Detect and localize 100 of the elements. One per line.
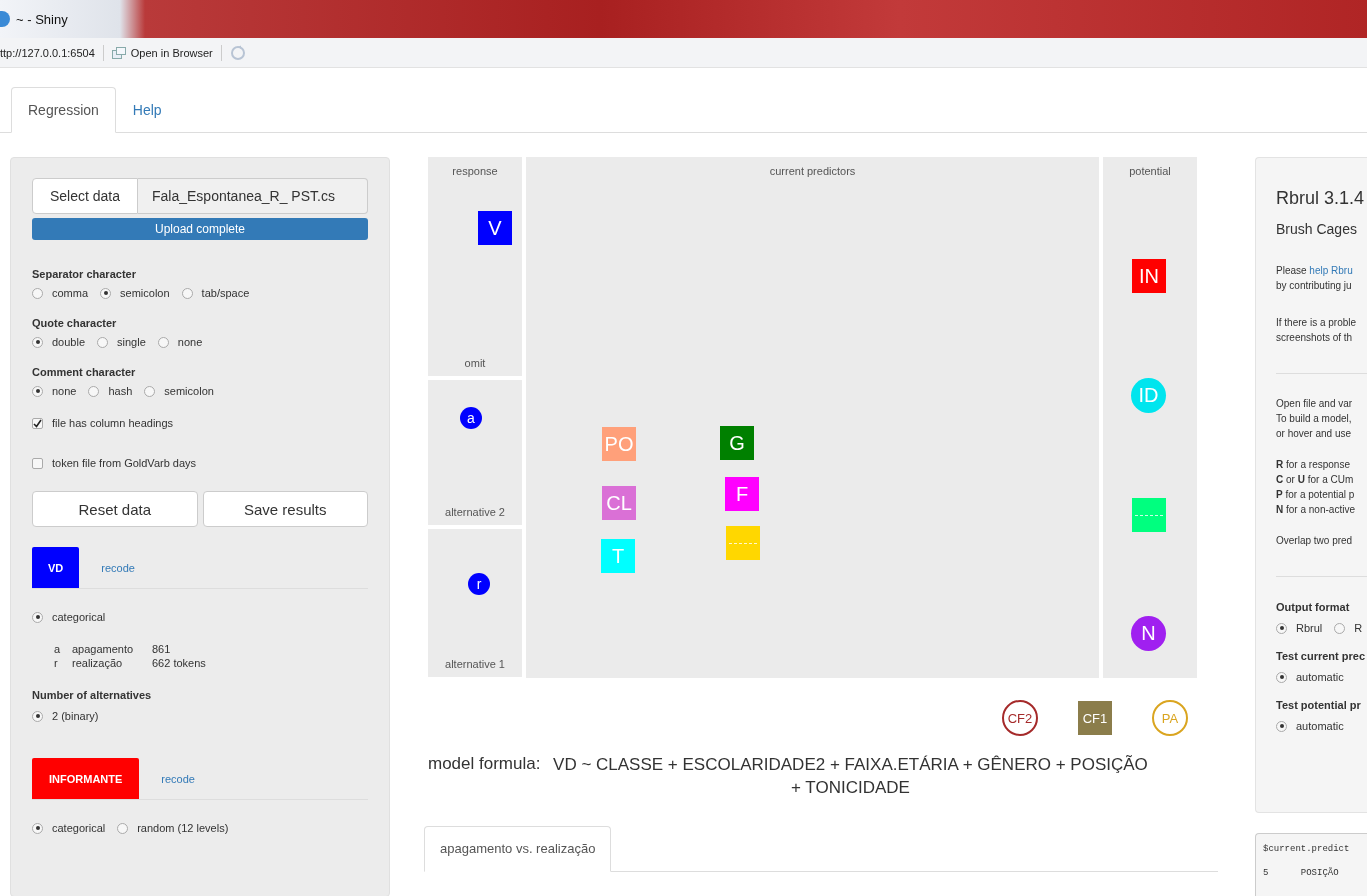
radio-option[interactable]: comma xyxy=(32,287,89,299)
radio-option[interactable]: categorical xyxy=(32,611,106,623)
level-code: a xyxy=(54,643,62,655)
nav-tab[interactable]: Regression xyxy=(11,87,116,133)
help-text: Please help Rbru xyxy=(1276,264,1354,278)
radio-option[interactable]: categorical xyxy=(32,822,106,834)
zone-label: potential xyxy=(1129,165,1171,177)
radio-option[interactable]: automatic xyxy=(1276,671,1344,683)
model-formula: VD ~ CLASSE + ESCOLARIDADE2 + FAIXA.ETÁRIA + GÊNERO + POSIÇÃO + TONICIDADE xyxy=(552,754,1149,799)
radio-option[interactable]: single xyxy=(97,336,146,348)
group-label: Separator character xyxy=(32,268,137,280)
variable-tab[interactable]: INFORMANTE xyxy=(32,758,140,799)
radio-option[interactable]: 2 (binary) xyxy=(32,710,99,722)
info-text: If there is a proble xyxy=(1276,316,1358,330)
radio-button[interactable] xyxy=(32,611,43,623)
group-label: Test current prec xyxy=(1276,650,1367,662)
group-label: Output format xyxy=(1276,601,1351,613)
radio-button[interactable] xyxy=(88,385,100,397)
radio-option[interactable]: Rbrul xyxy=(1276,622,1323,634)
select-data-button[interactable]: Select data xyxy=(32,178,138,214)
radio-button[interactable] xyxy=(32,385,43,397)
progress-label: Upload complete xyxy=(153,222,247,236)
variable-tab[interactable]: VD xyxy=(32,547,80,588)
info-text: P for a potential p xyxy=(1276,488,1356,502)
open-in-browser-button[interactable]: Open in Browser xyxy=(111,46,213,59)
output-line: 5 POSIÇÃO xyxy=(1263,868,1340,878)
group-label: Test potential pr xyxy=(1276,699,1362,711)
radio-button[interactable] xyxy=(1276,622,1287,634)
file-name-field: Fala_Espontanea_R_ PST.cs xyxy=(138,178,368,214)
zone-label: alternative 1 xyxy=(445,658,505,670)
window-icon xyxy=(111,46,126,59)
radio-button[interactable] xyxy=(117,822,129,834)
radio-option[interactable]: automatic xyxy=(1276,720,1344,732)
app-icon xyxy=(0,11,10,27)
radio-button[interactable] xyxy=(144,385,156,397)
radio-button[interactable] xyxy=(181,287,193,299)
info-text: by contributing ju xyxy=(1276,279,1353,293)
info-text: or hover and use xyxy=(1276,427,1353,441)
address-text: ttp://127.0.0.1:6504 xyxy=(0,46,95,59)
variable-node[interactable]: CF1 xyxy=(1078,701,1112,735)
info-text: C or U for a CUm xyxy=(1276,473,1355,487)
variable-node[interactable]: CF2 xyxy=(1002,700,1038,736)
result-tab[interactable]: apagamento vs. realização xyxy=(424,825,612,872)
output-line: $current.predict xyxy=(1263,844,1351,854)
formula-label: model formula: xyxy=(428,754,541,775)
variable-node[interactable]: IN xyxy=(1132,259,1166,293)
variable-node[interactable]: G xyxy=(720,426,754,460)
radio-option[interactable]: double xyxy=(32,336,86,348)
info-text: Open file and var xyxy=(1276,397,1354,411)
variable-node[interactable] xyxy=(726,526,760,560)
radio-button[interactable] xyxy=(1276,720,1287,732)
refresh-icon[interactable] xyxy=(229,44,246,61)
info-text: R for a response xyxy=(1276,458,1351,472)
window-title: ~ - Shiny xyxy=(16,11,68,27)
checkbox-option[interactable]: token file from GoldVarb days xyxy=(32,457,368,469)
info-text: Overlap two pred xyxy=(1276,534,1354,548)
variable-node[interactable]: V xyxy=(478,211,512,245)
group-label: Comment character xyxy=(32,366,137,378)
group-label: Number of alternatives xyxy=(32,689,153,701)
nav-tab[interactable]: Help xyxy=(115,87,179,133)
zone-label: response xyxy=(452,165,498,177)
checkbox[interactable] xyxy=(32,417,43,429)
radio-option[interactable]: R xyxy=(1334,622,1363,634)
level-count: 662 tokens xyxy=(152,657,207,669)
zone-label: omit xyxy=(464,357,486,369)
save-button[interactable]: Save results xyxy=(202,491,368,527)
radio-button[interactable] xyxy=(1334,622,1346,634)
radio-option[interactable]: semicolon xyxy=(100,287,170,299)
checkbox[interactable] xyxy=(32,457,43,469)
radio-option[interactable]: semicolon xyxy=(144,385,214,397)
recode-link[interactable]: recode xyxy=(101,561,135,574)
radio-option[interactable]: tab/space xyxy=(181,287,250,299)
app-title: Rbrul 3.1.4 xyxy=(1276,188,1366,209)
reset-button[interactable]: Reset data xyxy=(32,491,198,527)
level-count: 861 xyxy=(152,643,172,655)
help-link[interactable]: help Rbru xyxy=(1309,265,1353,276)
radio-option[interactable]: hash xyxy=(88,385,133,397)
group-label: Quote character xyxy=(32,317,118,329)
level-label: realização xyxy=(72,657,124,669)
radio-button[interactable] xyxy=(157,336,169,348)
app-subtitle: Brush Cages xyxy=(1276,221,1358,237)
radio-option[interactable]: none xyxy=(157,336,203,348)
radio-button[interactable] xyxy=(100,287,112,299)
level-code: r xyxy=(54,657,59,669)
zone-label: current predictors xyxy=(769,165,856,177)
radio-option[interactable]: random (12 levels) xyxy=(117,822,229,834)
radio-button[interactable] xyxy=(97,336,109,348)
info-text: To build a model, xyxy=(1276,412,1353,426)
radio-button[interactable] xyxy=(32,287,43,299)
radio-button[interactable] xyxy=(1276,671,1287,683)
info-text: screenshots of th xyxy=(1276,331,1354,345)
info-text: N for a non-active xyxy=(1276,503,1356,517)
radio-button[interactable] xyxy=(32,336,43,348)
radio-option[interactable]: none xyxy=(32,385,77,397)
radio-button[interactable] xyxy=(32,822,43,834)
variable-node[interactable] xyxy=(1132,498,1166,532)
zone-label: alternative 2 xyxy=(445,506,505,518)
checkbox-option[interactable]: file has column headings xyxy=(32,417,368,429)
radio-button[interactable] xyxy=(32,710,43,722)
recode-link[interactable]: recode xyxy=(161,772,195,785)
